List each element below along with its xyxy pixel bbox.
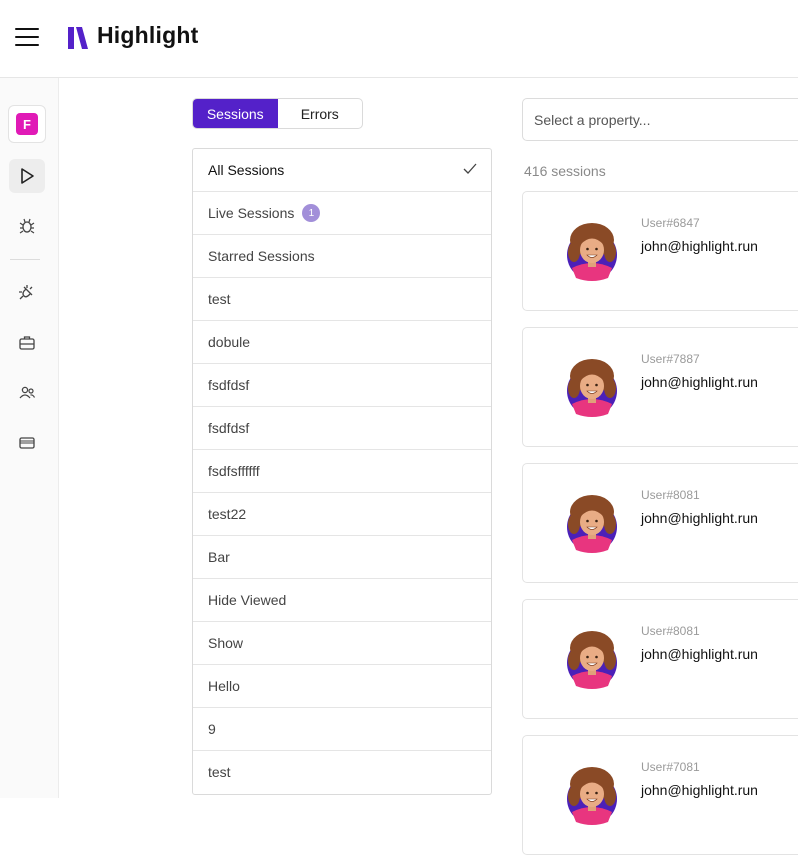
view-toggle: Sessions Errors <box>192 98 363 129</box>
integrations-nav-button[interactable] <box>9 275 45 309</box>
session-card[interactable]: User#8081 john@highlight.run <box>522 599 798 719</box>
user-avatar <box>564 222 620 282</box>
session-user-id: User#8081 <box>641 624 700 638</box>
check-icon <box>463 163 477 174</box>
segment-label: 9 <box>208 721 216 737</box>
property-select-placeholder: Select a property... <box>534 111 651 128</box>
segment-item[interactable]: dobule <box>193 321 491 364</box>
plug-icon <box>19 285 33 300</box>
top-bar: Highlight <box>0 0 798 78</box>
session-user-email: john@highlight.run <box>641 238 758 254</box>
session-user-id: User#7887 <box>641 352 700 366</box>
sidebar: F <box>0 78 59 798</box>
segment-item[interactable]: 9 <box>193 708 491 751</box>
segment-item[interactable]: Bar <box>193 536 491 579</box>
segment-item[interactable]: fsdfdsf <box>193 364 491 407</box>
segment-label: fsdfdsf <box>208 420 250 436</box>
segment-label: test <box>208 291 231 307</box>
session-user-id: User#6847 <box>641 216 700 230</box>
session-user-id: User#8081 <box>641 488 700 502</box>
credit-card-icon <box>19 437 35 449</box>
segment-live-sessions[interactable]: Live Sessions 1 <box>193 192 491 235</box>
session-user-email: john@highlight.run <box>641 374 758 390</box>
session-user-email: john@highlight.run <box>641 782 758 798</box>
segment-label: All Sessions <box>208 162 285 178</box>
highlight-logo-icon <box>68 27 88 49</box>
tab-sessions[interactable]: Sessions <box>193 99 278 128</box>
user-avatar <box>564 494 620 554</box>
segment-hide-viewed[interactable]: Hide Viewed <box>193 579 491 622</box>
sidebar-divider <box>10 259 40 260</box>
segment-label: Starred Sessions <box>208 248 315 264</box>
segment-item[interactable]: Show <box>193 622 491 665</box>
segment-item[interactable]: test <box>193 278 491 321</box>
sessions-nav-button[interactable] <box>9 159 45 193</box>
session-user-id: User#7081 <box>641 760 700 774</box>
session-user-email: john@highlight.run <box>641 646 758 662</box>
segment-item[interactable]: fsdfsffffff <box>193 450 491 493</box>
segment-starred-sessions[interactable]: Starred Sessions <box>193 235 491 278</box>
user-avatar <box>564 630 620 690</box>
session-count: 416 sessions <box>524 163 606 179</box>
menu-icon[interactable] <box>15 28 39 46</box>
bug-icon <box>19 218 35 234</box>
errors-nav-button[interactable] <box>9 209 45 243</box>
segment-item[interactable]: fsdfdsf <box>193 407 491 450</box>
segment-label: fsdfdsf <box>208 377 250 393</box>
briefcase-icon <box>19 336 35 350</box>
play-icon <box>21 168 34 184</box>
session-card[interactable]: User#6847 john@highlight.run <box>522 191 798 311</box>
brand-name: Highlight <box>97 22 199 48</box>
segment-label: Hello <box>208 678 240 694</box>
segment-label: Live Sessions <box>208 205 295 221</box>
users-icon <box>19 386 36 399</box>
segment-label: test22 <box>208 506 247 522</box>
live-count-badge: 1 <box>302 204 321 222</box>
segment-label: fsdfsffffff <box>208 463 260 479</box>
workspace-nav-button[interactable] <box>9 326 45 360</box>
workspace-avatar[interactable]: F <box>8 105 46 143</box>
segment-label: test <box>208 764 231 780</box>
segment-label: Hide Viewed <box>208 592 287 608</box>
team-nav-button[interactable] <box>9 376 45 410</box>
segment-label: dobule <box>208 334 251 350</box>
session-card[interactable]: User#8081 john@highlight.run <box>522 463 798 583</box>
segment-label: Show <box>208 635 244 651</box>
user-avatar <box>564 358 620 418</box>
segment-label: Bar <box>208 549 230 565</box>
property-select[interactable]: Select a property... <box>522 98 798 141</box>
segment-item[interactable]: Hello <box>193 665 491 708</box>
session-card[interactable]: User#7887 john@highlight.run <box>522 327 798 447</box>
workspace-initial: F <box>16 113 38 135</box>
segment-item[interactable]: test22 <box>193 493 491 536</box>
billing-nav-button[interactable] <box>9 426 45 460</box>
tab-errors[interactable]: Errors <box>278 99 363 128</box>
segment-item[interactable]: test <box>193 751 491 793</box>
session-user-email: john@highlight.run <box>641 510 758 526</box>
segment-list: All Sessions Live Sessions 1 Starred Ses… <box>192 148 492 795</box>
user-avatar <box>564 766 620 826</box>
segment-all-sessions[interactable]: All Sessions <box>193 149 491 192</box>
session-card[interactable]: User#7081 john@highlight.run <box>522 735 798 855</box>
